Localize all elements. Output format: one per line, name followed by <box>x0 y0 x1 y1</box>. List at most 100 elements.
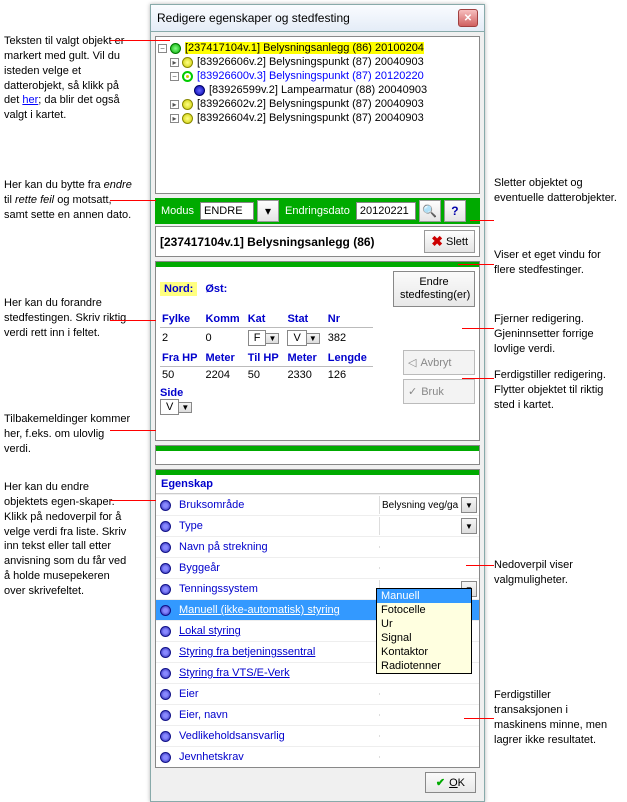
tree-item[interactable]: ▸[83926606v.2] Belysningspunkt (87) 2004… <box>158 55 477 69</box>
tree-node-icon <box>170 43 181 54</box>
property-name: Type <box>179 520 203 532</box>
property-row[interactable]: BruksområdeBelysning veg/ga▼ <box>156 494 479 515</box>
delete-icon: ✖ <box>431 233 443 250</box>
property-row[interactable]: Eier <box>156 683 479 704</box>
modus-field[interactable] <box>200 202 254 220</box>
tree-item-label: [237417104v.1] Belysningsanlegg (86) 201… <box>185 42 424 54</box>
chevron-down-icon: ▼ <box>307 333 320 344</box>
tree-item[interactable]: ▸ [83926604v.2] Belysningspunkt (87) 2004… <box>158 111 477 125</box>
annotation-stedfesting: Her kan du forandre stedfestingen. Skriv… <box>4 296 134 341</box>
dialog-window: Redigere egenskaper og stedfesting ✕ − [2… <box>150 4 485 802</box>
annotation-bruk: Ferdigstiller redigering. Flytter objekt… <box>494 368 622 413</box>
close-icon[interactable]: ✕ <box>458 9 478 27</box>
property-name: Navn på strekning <box>179 541 268 553</box>
property-value[interactable]: Belysning veg/ga <box>382 500 461 511</box>
annotation-endre-sted: Viser et eget vindu for flere stedfestin… <box>494 248 622 278</box>
bullet-icon <box>160 605 171 616</box>
chevron-down-icon[interactable]: ▼ <box>461 518 477 534</box>
stedfesting-panel: Nord: Øst: Endre stedfesting(er) FylkeKo… <box>155 261 480 441</box>
tenningssystem-dropdown-list[interactable]: ManuellFotocelleUrSignalKontaktorRadiote… <box>376 588 472 674</box>
bullet-icon <box>160 710 171 721</box>
cell[interactable]: 2 <box>160 328 203 349</box>
dropdown-option[interactable]: Ur <box>377 617 471 631</box>
dropdown-option[interactable]: Radiotenner <box>377 659 471 673</box>
col-header: Meter <box>203 352 245 367</box>
property-name: Styring fra betjeningssentral <box>179 646 315 658</box>
slett-button[interactable]: ✖ Slett <box>424 230 475 253</box>
endringsdato-label: Endringsdato <box>282 203 353 219</box>
bullet-icon <box>160 752 171 763</box>
bullet-icon <box>160 626 171 637</box>
tree-toggle-icon[interactable]: ▸ <box>170 114 179 123</box>
chevron-down-icon[interactable]: ▼ <box>461 497 477 513</box>
tree-item-label: [83926602v.2] Belysningspunkt (87) 20040… <box>197 98 424 110</box>
cell[interactable]: 0 <box>203 328 245 349</box>
help-icon[interactable]: ? <box>444 200 466 222</box>
col-header: Nr <box>326 313 373 328</box>
endre-stedfesting-button[interactable]: Endre stedfesting(er) <box>393 271 475 307</box>
property-row[interactable]: Eier, navn <box>156 704 479 725</box>
dropdown-option[interactable]: Signal <box>377 631 471 645</box>
property-name: Vedlikeholdsansvarlig <box>179 730 285 742</box>
tree-node-icon <box>182 57 193 68</box>
tree-item[interactable]: [83926599v.2] Lampearmatur (88) 20040903 <box>158 83 477 97</box>
cell[interactable]: V▼ <box>285 328 325 349</box>
property-name: Tenningssystem <box>179 583 258 595</box>
search-icon[interactable]: 🔍 <box>419 200 441 222</box>
nord-label: Nord: <box>160 282 197 296</box>
cell[interactable]: 50 <box>160 367 203 384</box>
tree-toggle-icon[interactable]: − <box>170 72 179 81</box>
annotation-avbryt: Fjerner redigering. Gjeninnsetter forrig… <box>494 312 622 357</box>
col-header: Stat <box>285 313 325 328</box>
ok-check-icon: ✔ <box>436 776 445 789</box>
annotation-link-her[interactable]: her <box>22 94 38 106</box>
cell[interactable]: 382 <box>326 328 373 349</box>
modus-dropdown-icon[interactable]: ▾ <box>257 200 279 222</box>
tree-item[interactable]: ▸ [83926602v.2] Belysningspunkt (87) 2004… <box>158 97 477 111</box>
tree-toggle-icon[interactable]: ▸ <box>170 58 179 67</box>
side-dropdown[interactable]: V ▼ <box>160 399 192 415</box>
property-name: Manuell (ikke-automatisk) styring <box>179 604 340 616</box>
ok-button[interactable]: ✔ OK <box>425 772 476 793</box>
cell[interactable]: 126 <box>326 367 373 384</box>
col-header: Kat <box>246 313 286 328</box>
ost-label: Øst: <box>205 283 227 295</box>
dropdown-option[interactable]: Fotocelle <box>377 603 471 617</box>
egenskap-header: Egenskap <box>156 475 479 494</box>
cell[interactable]: 2330 <box>285 367 325 384</box>
titlebar: Redigere egenskaper og stedfesting ✕ <box>151 5 484 32</box>
bullet-icon <box>160 731 171 742</box>
message-bar <box>155 445 480 465</box>
property-row[interactable]: Vedlikeholdsansvarlig <box>156 725 479 746</box>
object-tree[interactable]: − [237417104v.1] Belysningsanlegg (86) 20… <box>155 36 480 194</box>
annotation-slett: Sletter objektet og eventuelle datterobj… <box>494 176 622 206</box>
property-row[interactable]: Type ▼ <box>156 515 479 536</box>
tree-item[interactable]: −[83926600v.3] Belysningspunkt (87) 2012… <box>158 69 477 83</box>
bruk-button[interactable]: ✓ Bruk <box>403 379 475 404</box>
property-row[interactable]: Navn på strekning <box>156 536 479 557</box>
dropdown-option[interactable]: Manuell <box>377 589 471 603</box>
dialog-footer: ✔ OK <box>155 768 480 797</box>
property-row[interactable]: Jevnhetskrav <box>156 746 479 767</box>
chevron-down-icon: ▼ <box>266 333 279 344</box>
tree-toggle-icon[interactable]: − <box>158 44 167 53</box>
tree-toggle-icon[interactable]: ▸ <box>170 100 179 109</box>
undo-icon: ◁ <box>408 356 416 369</box>
cell[interactable]: 50 <box>246 367 286 384</box>
annotation-messages: Tilbakemeldinger kommer her, f.eks. om u… <box>4 412 134 457</box>
tree-item[interactable]: − [237417104v.1] Belysningsanlegg (86) 20… <box>158 41 477 55</box>
cell[interactable]: F▼ <box>246 328 286 349</box>
endringsdato-field[interactable] <box>356 202 416 220</box>
col-header: Til HP <box>246 352 286 367</box>
property-row[interactable]: Byggeår <box>156 557 479 578</box>
bullet-icon <box>160 647 171 658</box>
bullet-icon <box>160 500 171 511</box>
avbryt-button[interactable]: ◁ Avbryt <box>403 350 475 375</box>
property-name: Eier <box>179 688 199 700</box>
tree-item-label: [83926604v.2] Belysningspunkt (87) 20040… <box>197 112 424 124</box>
annotation-properties: Her kan du endre objektets egen-skaper. … <box>4 480 134 599</box>
dropdown-option[interactable]: Kontaktor <box>377 645 471 659</box>
bullet-icon <box>160 542 171 553</box>
cell[interactable]: 2204 <box>203 367 245 384</box>
col-header: Fylke <box>160 313 203 328</box>
